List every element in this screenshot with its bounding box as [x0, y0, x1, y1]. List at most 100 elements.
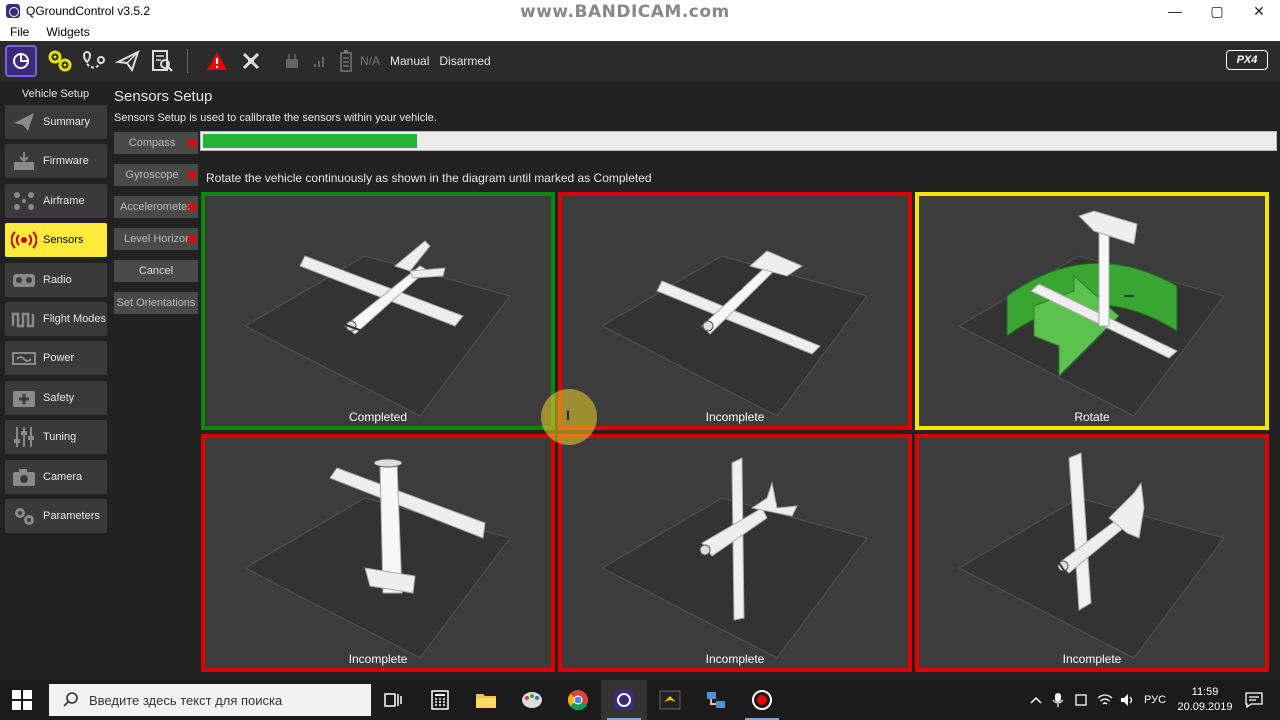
input-language-indicator[interactable]: РУС	[1144, 680, 1166, 720]
calibration-progress-fill	[203, 134, 417, 148]
window-titlebar: QGroundControl v3.5.2 www.BANDICAM.com —…	[0, 0, 1280, 22]
calibration-progress-bar	[200, 131, 1277, 151]
cancel-button[interactable]: Cancel	[114, 260, 198, 282]
bandicam-watermark: www.BANDICAM.com	[520, 2, 730, 22]
hardware-tray-icon[interactable]	[1074, 680, 1088, 720]
sidebar-item-label: Flight Modes	[43, 313, 106, 325]
sidebar-title: Vehicle Setup	[21, 88, 90, 100]
sidebar-item-safety[interactable]: Safety	[5, 381, 107, 415]
cell-caption: Rotate	[1074, 410, 1110, 424]
set-orientations-button[interactable]: Set Orientations	[114, 292, 198, 314]
gps-satellite-icon[interactable]	[234, 44, 268, 78]
close-button[interactable]: ✕	[1236, 0, 1280, 22]
sidebar-item-label: Parameters	[43, 510, 100, 522]
task-view-icon[interactable]	[370, 680, 416, 720]
sidebar-item-flight-modes[interactable]: Flight Modes	[5, 302, 107, 336]
airframe-icon	[9, 190, 39, 212]
compass-label: Compass	[128, 137, 176, 149]
plane-icon	[9, 111, 39, 133]
level-horizon-button[interactable]: Level Horizon	[114, 228, 198, 250]
calculator-icon[interactable]	[417, 680, 463, 720]
cell-caption: Incomplete	[705, 652, 765, 666]
sidebar-item-power[interactable]: Power	[5, 341, 107, 375]
menu-bar: File Widgets	[0, 22, 1280, 41]
minimize-button[interactable]: —	[1152, 0, 1198, 22]
fly-paper-plane-icon[interactable]	[111, 44, 145, 78]
volume-icon[interactable]	[1120, 680, 1136, 720]
gyroscope-button[interactable]: Gyroscope	[114, 164, 198, 186]
vehicle-nose-down-diagram	[243, 458, 511, 659]
search-placeholder: Введите здесь текст для поиска	[89, 692, 283, 708]
main-toolbar: N/A Manual Disarmed PX4	[0, 41, 1280, 81]
safety-icon	[9, 387, 39, 409]
radio-icon	[9, 269, 39, 291]
file-explorer-icon[interactable]	[463, 680, 509, 720]
show-hidden-icons-chevron[interactable]	[1030, 680, 1042, 720]
qgroundcontrol-taskbar-icon[interactable]	[601, 680, 647, 720]
sidebar-item-label: Power	[43, 352, 75, 364]
flight-mode-selector[interactable]: Manual	[390, 54, 429, 68]
windows-start-icon[interactable]	[12, 690, 32, 710]
rc-transmitter-icon	[276, 44, 310, 78]
sidebar-item-sensors[interactable]: Sensors	[5, 223, 107, 257]
action-center-icon[interactable]	[1245, 680, 1263, 720]
power-icon	[9, 347, 39, 369]
camera-icon	[9, 466, 39, 488]
sidebar-item-label: Airframe	[43, 195, 85, 207]
vehicle-setup-gears-icon[interactable]	[43, 44, 77, 78]
vehicle-upside-down-diagram	[600, 250, 868, 417]
sidebar-item-label: Tuning	[43, 431, 77, 443]
window-title: QGroundControl v3.5.2	[26, 4, 151, 18]
sidebar-item-label: Radio	[43, 274, 72, 286]
compass-button[interactable]: Compass	[114, 132, 198, 154]
vehicle-right-side-diagram	[957, 452, 1225, 659]
arm-state-indicator[interactable]: Disarmed	[439, 54, 490, 68]
page-description: Sensors Setup is used to calibrate the s…	[114, 112, 437, 124]
sidebar-item-tuning[interactable]: Tuning	[5, 420, 107, 454]
app-icon-bird[interactable]	[647, 680, 693, 720]
menu-file[interactable]: File	[10, 25, 29, 39]
status-dot-red	[188, 235, 196, 243]
orientation-cell-level: Completed	[201, 192, 555, 430]
wifi-icon[interactable]	[1097, 680, 1113, 720]
sidebar-item-camera[interactable]: Camera	[5, 460, 107, 494]
sensors-setup-panel: Sensors Setup Sensors Setup is used to c…	[111, 81, 1280, 680]
network-app-icon[interactable]	[693, 680, 739, 720]
sidebar-item-airframe[interactable]: Airframe	[5, 184, 107, 218]
cell-caption: Incomplete	[1062, 652, 1122, 666]
px4-logo: PX4	[1226, 50, 1268, 70]
taskbar-clock[interactable]: 11:59 20.09.2019	[1174, 685, 1236, 715]
page-title: Sensors Setup	[114, 88, 213, 105]
maximize-button[interactable]: ▢	[1194, 0, 1240, 22]
sidebar-item-parameters[interactable]: Parameters	[5, 499, 107, 533]
sidebar-item-firmware[interactable]: Firmware	[5, 144, 107, 178]
chrome-icon[interactable]	[555, 680, 601, 720]
analyze-document-icon[interactable]	[145, 44, 179, 78]
gears-icon	[9, 505, 39, 527]
taskbar-search-box[interactable]: Введите здесь текст для поиска	[49, 684, 371, 716]
microphone-icon[interactable]	[1052, 680, 1064, 720]
sidebar-item-label: Sensors	[43, 234, 84, 246]
sidebar-item-label: Summary	[43, 116, 91, 128]
orientation-cell-nose-down: Incomplete	[201, 434, 555, 672]
warning-icon[interactable]	[200, 44, 234, 78]
status-dot-red	[188, 139, 196, 147]
sidebar-item-label: Safety	[43, 392, 75, 404]
orientation-cell-nose-up: Rotate	[915, 192, 1269, 430]
qgc-logo-icon[interactable]	[5, 45, 37, 77]
plan-waypoint-icon[interactable]	[77, 44, 111, 78]
vehicle-left-side-diagram	[600, 457, 868, 659]
cell-caption: Completed	[348, 410, 408, 424]
sidebar-item-summary[interactable]: Summary	[5, 105, 107, 139]
windows-taskbar: Введите здесь текст для поиска РУС 11:59…	[0, 680, 1280, 720]
sidebar-item-radio[interactable]: Radio	[5, 263, 107, 297]
menu-widgets[interactable]: Widgets	[46, 25, 89, 39]
cancel-label: Cancel	[138, 265, 174, 277]
bandicam-record-icon[interactable]	[739, 680, 785, 720]
cell-caption: Incomplete	[705, 410, 765, 424]
paint-icon[interactable]	[509, 680, 555, 720]
clock-time: 11:59	[1191, 686, 1219, 698]
cell-caption: Incomplete	[348, 652, 408, 666]
battery-value: N/A	[360, 54, 381, 68]
accelerometer-button[interactable]: Accelerometer	[114, 196, 198, 218]
